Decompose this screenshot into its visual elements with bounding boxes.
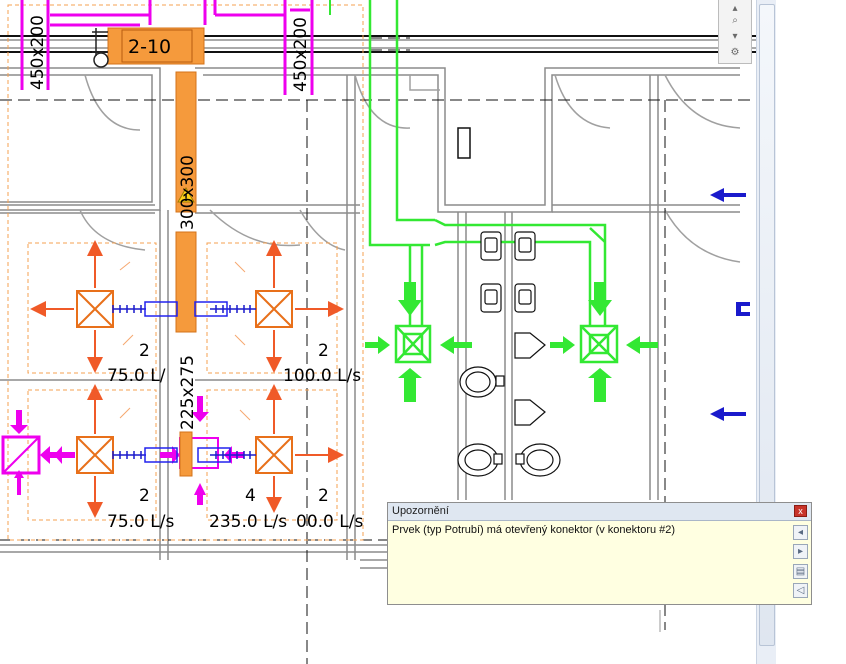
dialog-title: Upozornění — [392, 505, 449, 517]
plumbing-fixtures — [457, 231, 561, 477]
speaker-icon[interactable]: ◁ — [793, 583, 808, 598]
equipment-tag: 2-10 — [128, 36, 171, 58]
dialog-title-bar[interactable]: Upozornění x — [388, 503, 811, 521]
warning-message: Prvek (typ Potrubí) má otevřený konektor… — [392, 524, 676, 536]
duct-tag-lower: 225x275 — [178, 355, 198, 430]
transfer-ducts[interactable] — [1, 0, 314, 475]
terminal-count-5: 2 — [318, 486, 329, 506]
settings-icon[interactable]: ⚙ — [727, 46, 743, 60]
terminal-flow-4: 235.0 L/s — [209, 512, 287, 532]
terminal-flow-1: 75.0 L/ — [107, 366, 166, 386]
terminal-flow-3: 75.0 L/s — [107, 512, 174, 532]
arrow-left-icon[interactable]: ◂ — [793, 525, 808, 540]
supply-diffusers[interactable] — [394, 324, 619, 364]
connector-arrows — [710, 188, 750, 421]
terminal-count-2: 2 — [318, 341, 329, 361]
duct-tag-top-right: 450x200 — [291, 17, 311, 92]
supply-ducts[interactable] — [329, 0, 607, 325]
duct-tag-main: 300x300 — [178, 155, 198, 230]
arrow-right-icon[interactable]: ▸ — [793, 544, 808, 559]
navigation-bar[interactable]: ▴ ⌕ ▾ ⚙ — [718, 0, 752, 64]
warning-dialog[interactable]: Upozornění x Prvek (typ Potrubí) má otev… — [387, 502, 812, 605]
terminal-flow-5: 00.0 L/s — [296, 512, 363, 532]
zoom-icon[interactable]: ⌕ — [727, 14, 743, 28]
close-icon[interactable]: x — [794, 505, 807, 517]
transfer-arrows — [10, 396, 244, 505]
terminal-count-4: 4 — [245, 486, 256, 506]
terminal-count-1: 2 — [139, 341, 150, 361]
chevron-down-icon[interactable]: ▾ — [727, 30, 743, 44]
duct-tag-top-left: 450x200 — [28, 15, 48, 90]
terminal-flow-2: 100.0 L/s — [283, 366, 361, 386]
terminal-count-3: 2 — [139, 486, 150, 506]
show-element-icon[interactable]: ▤ — [793, 564, 808, 579]
